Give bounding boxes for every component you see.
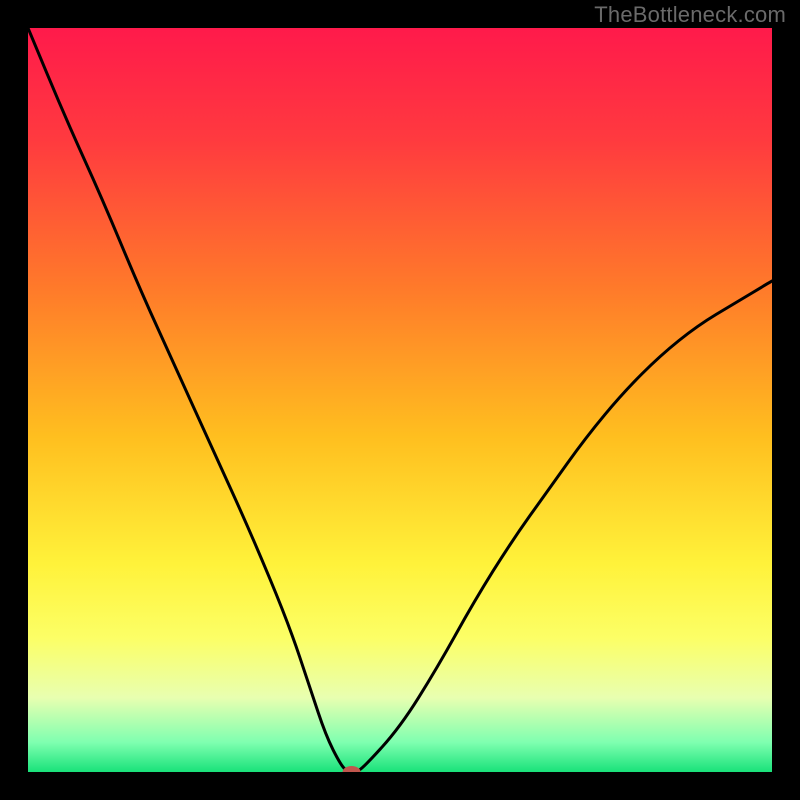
plot-area bbox=[28, 28, 772, 772]
watermark-text: TheBottleneck.com bbox=[594, 2, 786, 28]
chart-frame: TheBottleneck.com bbox=[0, 0, 800, 800]
gradient-background bbox=[28, 28, 772, 772]
bottleneck-chart-svg bbox=[28, 28, 772, 772]
